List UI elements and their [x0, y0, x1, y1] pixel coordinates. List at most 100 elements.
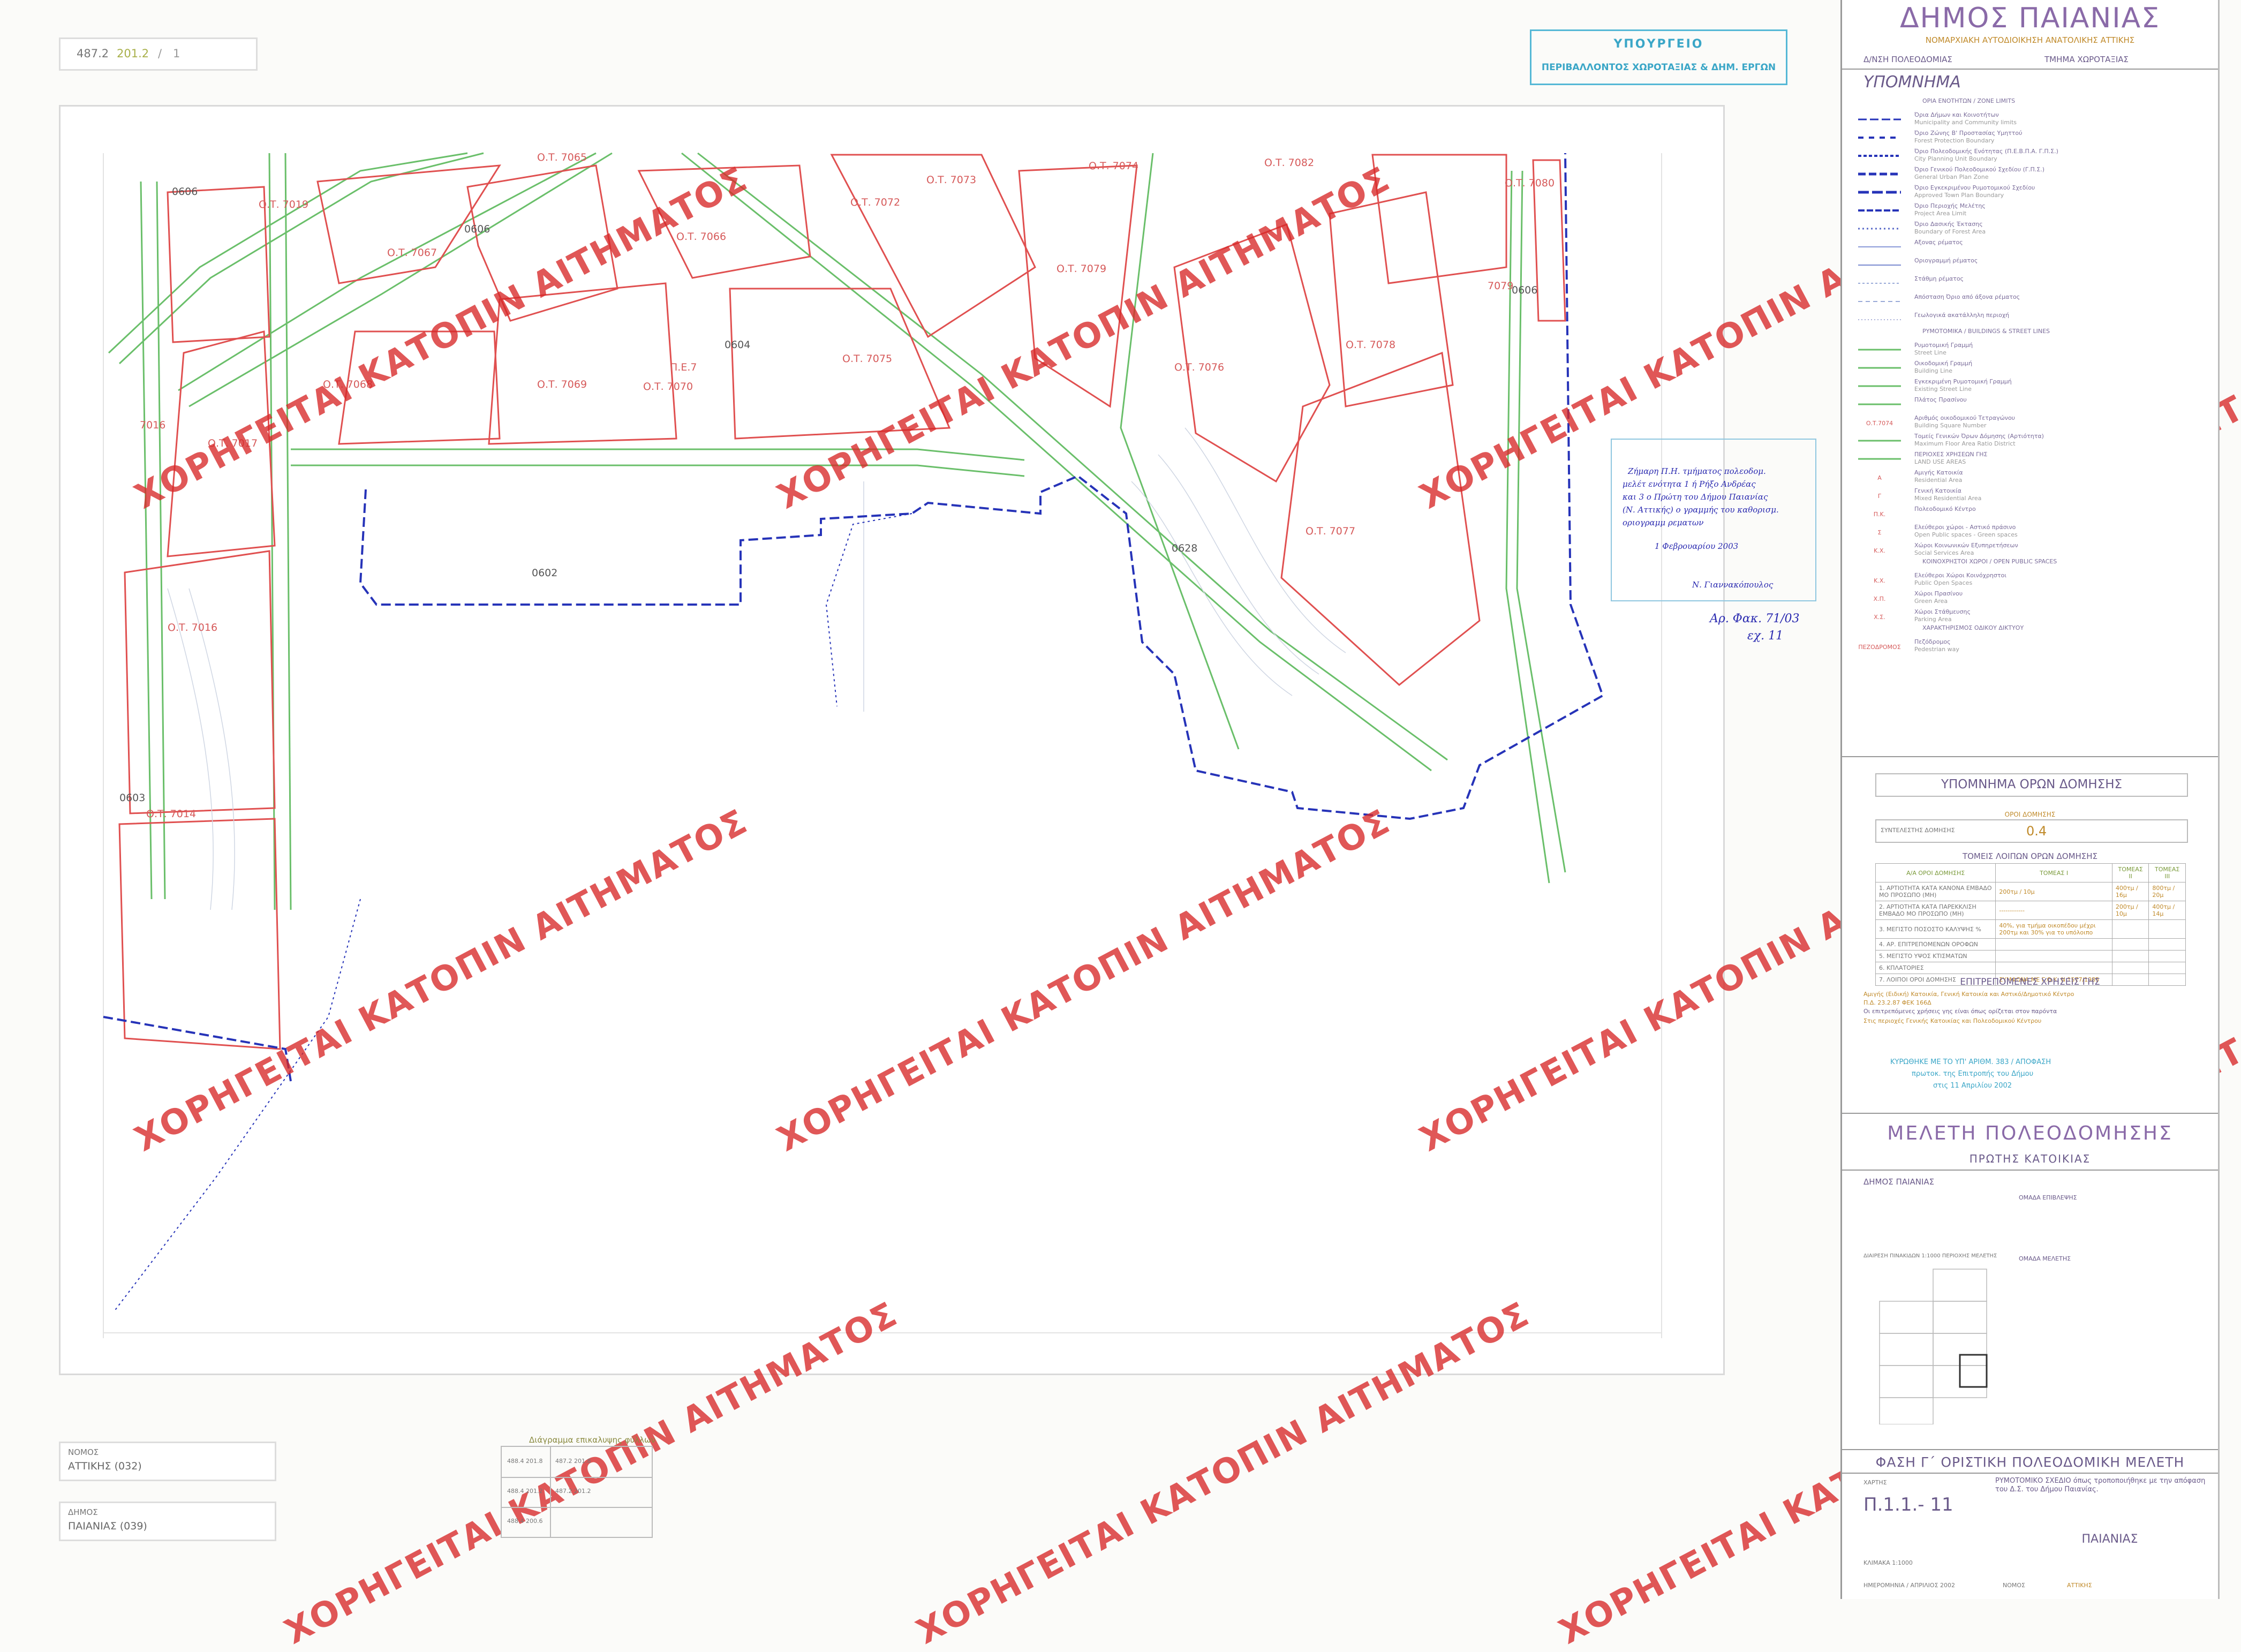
legend-symbol: [1858, 118, 1901, 120]
table-header: Α/Α ΟΡΟΙ ΔΟΜΗΣΗΣ: [1875, 863, 1996, 882]
legend-text: Αριθμός οικοδομικού Τετραγώνου Building S…: [1914, 414, 2016, 429]
legend-symbol: Γ: [1878, 493, 1882, 499]
adjacent-sheet: 487.2 201.2: [555, 1488, 591, 1495]
table-cell: [2111, 962, 2149, 974]
legend-text: Χώροι Πρασίνου Green Area: [1914, 590, 1963, 605]
legend-row: Χ.Σ. Χώροι Στάθμευσης Parking Area: [1858, 606, 2206, 628]
block-outlines: [118, 154, 1566, 1050]
block-label: 7079: [1488, 280, 1514, 292]
sectors-table: Α/Α ΟΡΟΙ ΔΟΜΗΣΗΣ ΤΟΜΕΑΣ Ι ΤΟΜΕΑΣ ΙΙ ΤΟΜΕΑΣ …: [1875, 863, 2186, 986]
legend-text: Οριογραμμή ρέματος: [1914, 257, 1978, 264]
table-row: 5. ΜΕΓΙΣΤΟ ΥΨΟΣ ΚΤΙΣΜΑΤΩΝ: [1875, 950, 2186, 962]
legend-text: Πεζόδρομος Pedestrian way: [1914, 638, 1959, 653]
legend-symbol: Π.Κ.: [1874, 511, 1885, 517]
block-label: Ο.Τ. 7065: [537, 152, 587, 163]
block-label: Ο.Τ. 7077: [1306, 525, 1356, 537]
legend-text: ΠΕΡΙΟΧΕΣ ΧΡΗΣΕΩΝ ΓΗΣ LAND USE AREAS: [1914, 451, 1988, 465]
handnote-signature: Ν. Γιαννακόπουλος: [1692, 580, 1774, 590]
legend-text-en: General Urban Plan Zone: [1914, 174, 1989, 180]
adjacent-sheet: 488.4 200.6: [507, 1518, 543, 1525]
legend-code: Ο.Τ.7074: [1866, 420, 1893, 426]
table-cell: 40%, για τμήμα οικοπέδου μέχρι 200τμ και…: [1995, 919, 2112, 939]
far-value: 0.4: [2026, 824, 2047, 839]
legend-text-en: Project Area Limit: [1914, 210, 1967, 217]
legend-row: ΠΕΖΟΔΡΟΜΟΣ Πεζόδρομος Pedestrian way: [1858, 636, 2206, 658]
zone-label: 0602: [532, 567, 558, 579]
panel-divider: [1842, 756, 2218, 757]
table-cell: [2111, 919, 2149, 939]
handnote-date: 1 Φεβρουαρίου 2003: [1655, 541, 1739, 551]
legend-text: Όρια Δήμων και Κοινοτήτων Municipality an…: [1914, 111, 2017, 126]
scale-label: ΚΛΙΜΑΚΑ 1:1000: [1863, 1559, 1913, 1566]
table-cell: 4. ΑΡ. ΕΠΙΤΡΕΠΟΜΕΝΩΝ ΟΡΟΦΩΝ: [1875, 938, 1996, 951]
table-cell: [2111, 950, 2149, 962]
legend-symbol: ΠΕΖΟΔΡΟΜΟΣ: [1858, 644, 1900, 650]
ministry-stamp: ΥΠΟΥΡΓΕΙΟ ΠΕΡΙΒΑΛΛΟΝΤΟΣ ΧΩΡΟΤΑΞΙΑΣ & ΔΗΜ…: [1530, 29, 1787, 85]
table-cell: 200τμ / 10μ: [2111, 901, 2149, 920]
legend-title: ΥΠΟΜΝΗΜΑ: [1863, 73, 1961, 92]
handnote-line: (Ν. Αττικής) ο γραμμής του καθορισμ.: [1623, 505, 1779, 515]
table-row: 6. ΚΠΛΑΤΟΡΙΕΣ: [1875, 962, 2186, 974]
map-number: Π.1.1.- 11: [1863, 1494, 1953, 1515]
handnote-line: μελέτ ενότητα 1 ή Ρήξο Ανδρέας: [1623, 479, 1756, 489]
legend-text: Εγκεκριμένη Ρυμοτομική Γραμμή Existing St…: [1914, 378, 2012, 393]
zone-label: 0603: [119, 792, 146, 804]
legend-text-en: Green Area: [1914, 598, 1948, 605]
table-cell: [2148, 938, 2186, 951]
legend-text: Γεωλογικά ακατάλληλη περιοχή: [1914, 312, 2010, 319]
table-header: ΤΟΜΕΑΣ ΙΙΙ: [2148, 863, 2186, 882]
nomos-small-label: ΝΟΜΟΣ: [2003, 1582, 2025, 1589]
dimos-box: ΔΗΜΟΣ ΠΑΙΑΝΙΑΣ (039): [59, 1502, 276, 1541]
block-label: Ο.Τ. 7016: [168, 622, 218, 633]
nomos-value: ΑΤΤΙΚΗΣ (032): [68, 1460, 142, 1472]
legend-symbol: Χ.Π.: [1874, 595, 1886, 602]
nomos-box: ΝΟΜΟΣ ΑΤΤΙΚΗΣ (032): [59, 1442, 276, 1481]
table-row: 4. ΑΡ. ΕΠΙΤΡΕΠΟΜΕΝΩΝ ΟΡΟΦΩΝ: [1875, 938, 2186, 951]
approval-line: στις 11 Απριλίου 2002: [1933, 1082, 2012, 1090]
panel-dept1: Δ/ΝΣΗ ΠΟΛΕΟΔΟΜΙΑΣ: [1863, 55, 1952, 64]
block-label: Ο.Τ. 7072: [850, 197, 901, 208]
table-cell: 400τμ / 14μ: [2148, 901, 2186, 920]
approval-line: πρωτοκ. της Επιτροπής του Δήμου: [1912, 1070, 2034, 1078]
panel-divider: [1842, 1449, 2218, 1450]
block-label: Ο.Τ. 7074: [1089, 160, 1139, 172]
block-label: Ο.Τ. 7066: [676, 231, 727, 243]
block-label: Π.Ε.7: [670, 361, 697, 373]
table-row: 1. ΑΡΤΙΟΤΗΤΑ ΚΑΤΑ ΚΑΝΟΝΑ ΕΜΒΑΔΟ ΜΟ ΠΡΟΣΩ…: [1875, 882, 2186, 901]
legend-code: Χ.Σ.: [1874, 614, 1885, 620]
legend-section-4: ΧΑΡΑΚΤΗΡΙΣΜΟΣ ΟΔΙΚΟΥ ΔΙΚΤΥΟΥ: [1922, 624, 2024, 631]
legend-section-3: ΚΟΙΝΟΧΡΗΣΤΟΙ ΧΩΡΟΙ / OPEN PUBLIC SPACES: [1922, 558, 2057, 565]
legend-symbol: Κ.Χ.: [1874, 547, 1885, 554]
legend-text-en: Pedestrian way: [1914, 646, 1959, 653]
uses-title: ΕΠΙΤΡΕΠΟΜΕΝΕΣ ΧΡΗΣΕΙΣ ΓΗΣ: [1960, 977, 2100, 987]
table-cell: [1995, 962, 2112, 974]
legend-symbol: Κ.Χ.: [1874, 577, 1885, 584]
sheet-ref-b: 201.2: [117, 47, 149, 60]
legend-code: Α: [1877, 474, 1882, 481]
legend-text: Όριο Πολεοδομικής Ενότητας (Π.Ε.Β.Π.Α. Γ…: [1914, 148, 2058, 162]
legend-symbol: [1858, 137, 1901, 139]
legend-text-en: Municipality and Community limits: [1914, 119, 2017, 126]
legend-text-en: Parking Area: [1914, 616, 1952, 623]
legend-symbol: [1858, 367, 1901, 369]
legend-text: Γενική Κατοικία Mixed Residential Area: [1914, 487, 1982, 502]
handnote-line: οριογραμμ ρεματων: [1623, 518, 1704, 527]
sheet-index-grid: [1874, 1264, 2013, 1425]
approval-line: ΚΥΡΩΘΗΚΕ ΜΕ ΤΟ ΥΠ' ΑΡΙΘΜ. 383 / ΑΠΟΦΑΣΗ: [1890, 1058, 2051, 1066]
terms-title: ΥΠΟΜΝΗΜΑ ΟΡΩΝ ΔΟΜΗΣΗΣ: [1941, 778, 2123, 791]
table-row: 2. ΑΡΤΙΟΤΗΤΑ ΚΑΤΑ ΠΑΡΕΚΚΛΙΣΗ ΕΜΒΑΔΟ ΜΟ Π…: [1875, 901, 2186, 920]
legend-symbol: [1858, 385, 1901, 387]
legend-symbol: [1858, 349, 1901, 351]
legend-symbol: [1858, 246, 1901, 247]
legend-text-en: LAND USE AREAS: [1914, 458, 1966, 465]
legend-text: Όριο Ζώνης Β' Προστασίας Υμηττού Forest P…: [1914, 130, 2023, 144]
legend-text: Στάθμη ρέματος: [1914, 275, 1964, 282]
map-frame: Ο.Τ. 7065 Ο.Τ. 7019 Ο.Τ. 7066 Ο.Τ. 7067 …: [59, 105, 1816, 1375]
grid-divider: [502, 1507, 652, 1508]
legend-code: Γ: [1878, 493, 1882, 499]
file-reference-2: εχ. 11: [1747, 629, 1784, 643]
study-dimos: ΔΗΜΟΣ ΠΑΙΑΝΙΑΣ: [1863, 1177, 1935, 1187]
panel-divider: [1842, 1473, 2218, 1474]
table-row: 3. ΜΕΓΙΣΤΟ ΠΟΣΟΣΤΟ ΚΑΛΥΨΗΣ % 40%, για τμή…: [1875, 919, 2186, 939]
grid-divider: [502, 1477, 652, 1478]
